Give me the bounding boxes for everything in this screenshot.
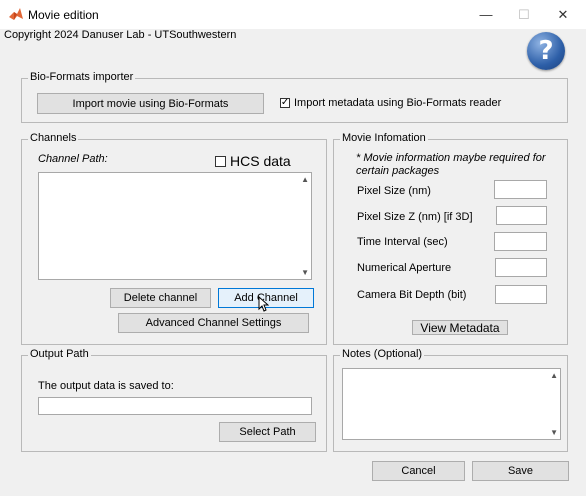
pixel-size-input[interactable] — [494, 180, 547, 199]
delete-channel-button[interactable]: Delete channel — [110, 288, 211, 308]
bioformats-panel-title: Bio-Formats importer — [28, 71, 136, 83]
save-button[interactable]: Save — [472, 461, 569, 481]
output-path-input[interactable] — [38, 397, 312, 415]
check-icon: ✓ — [280, 97, 290, 108]
hcs-data-checkbox[interactable] — [215, 156, 226, 167]
channel-path-label: Channel Path: — [38, 153, 108, 165]
maximize-button[interactable]: ☐ — [506, 0, 542, 29]
numerical-aperture-input[interactable] — [495, 258, 547, 277]
import-bioformats-button[interactable]: Import movie using Bio-Formats — [37, 93, 264, 114]
pixel-size-z-label: Pixel Size Z (nm) [if 3D] — [357, 211, 473, 223]
numerical-aperture-label: Numerical Aperture — [357, 262, 452, 274]
copyright-text: Copyright 2024 Danuser Lab - UTSouthwest… — [4, 29, 237, 41]
output-saved-label: The output data is saved to: — [38, 380, 174, 392]
time-interval-input[interactable] — [494, 232, 547, 251]
matlab-icon — [8, 6, 24, 22]
help-icon[interactable]: ? — [527, 32, 565, 70]
select-path-button[interactable]: Select Path — [219, 422, 316, 442]
hcs-data-label: HCS data — [230, 153, 291, 169]
channels-panel-title: Channels — [28, 132, 79, 144]
movie-info-note: * Movie information maybe required for c… — [356, 152, 546, 177]
scroll-down-icon[interactable]: ▼ — [301, 268, 309, 277]
advanced-channel-settings-button[interactable]: Advanced Channel Settings — [118, 313, 309, 333]
scroll-up-icon[interactable]: ▲ — [550, 371, 558, 380]
window-title: Movie edition — [28, 8, 99, 22]
pixel-size-label: Pixel Size (nm) — [357, 185, 431, 197]
channel-path-list[interactable]: ▲ ▼ — [38, 172, 312, 280]
import-metadata-checkbox[interactable]: ✓ — [280, 98, 290, 108]
close-button[interactable]: ✕ — [545, 0, 581, 29]
movie-info-panel-title: Movie Infomation — [340, 132, 428, 144]
scroll-up-icon[interactable]: ▲ — [301, 175, 309, 184]
camera-bit-depth-input[interactable] — [495, 285, 547, 304]
scroll-down-icon[interactable]: ▼ — [550, 428, 558, 437]
import-metadata-label: Import metadata using Bio-Formats reader — [294, 97, 502, 109]
minimize-button[interactable]: — — [468, 0, 504, 29]
notes-panel-title: Notes (Optional) — [340, 348, 425, 360]
notes-textarea[interactable]: ▲ ▼ — [342, 368, 561, 440]
output-path-panel-title: Output Path — [28, 348, 91, 360]
view-metadata-button[interactable]: View Metadata — [412, 320, 508, 335]
time-interval-label: Time Interval (sec) — [357, 236, 448, 248]
pixel-size-z-input[interactable] — [496, 206, 547, 225]
camera-bit-depth-label: Camera Bit Depth (bit) — [357, 289, 467, 301]
cancel-button[interactable]: Cancel — [372, 461, 465, 481]
